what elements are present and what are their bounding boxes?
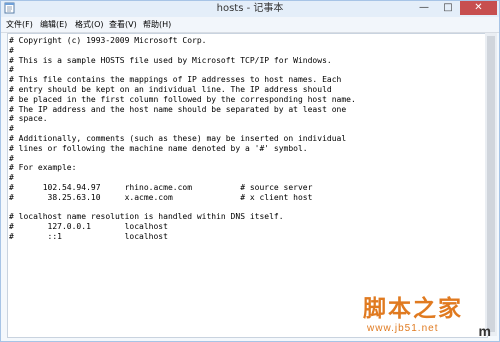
document-line: # This is a sample HOSTS file used by Mi… bbox=[9, 55, 332, 65]
document-line: # bbox=[9, 153, 14, 163]
close-button[interactable]: ✕ bbox=[460, 1, 497, 15]
document-line: # lines or following the machine name de… bbox=[9, 143, 308, 153]
vertical-scrollbar[interactable] bbox=[485, 33, 497, 336]
scrollbar-thumb[interactable] bbox=[487, 36, 495, 332]
menu-help[interactable]: 帮助(H) bbox=[143, 19, 171, 30]
document-line: # 38.25.63.10 x.acme.com # x client host bbox=[9, 192, 313, 202]
maximize-button[interactable]: □ bbox=[436, 1, 460, 15]
menu-format[interactable]: 格式(O) bbox=[75, 19, 104, 30]
document-line: # space. bbox=[9, 114, 48, 124]
menu-edit[interactable]: 编辑(E) bbox=[40, 19, 67, 30]
document-line: # 127.0.0.1 localhost bbox=[9, 222, 168, 232]
document-line: # entry should be kept on an individual … bbox=[9, 84, 332, 94]
document-line: # bbox=[9, 65, 14, 75]
document-line: # localhost name resolution is handled w… bbox=[9, 212, 284, 222]
document-line: # be placed in the first column followed… bbox=[9, 94, 356, 104]
document-text[interactable]: # Copyright (c) 1993-2009 Microsoft Corp… bbox=[8, 34, 487, 242]
menu-view[interactable]: 查看(V) bbox=[109, 19, 137, 30]
menu-file[interactable]: 文件(F) bbox=[6, 19, 33, 30]
document-line: # ::1 localhost bbox=[9, 231, 168, 241]
watermark-title: 脚本之家 bbox=[363, 295, 463, 322]
text-editor[interactable]: # Copyright (c) 1993-2009 Microsoft Corp… bbox=[7, 33, 488, 338]
document-line: # bbox=[9, 45, 14, 55]
title-bar[interactable]: hosts - 记事本 — □ ✕ bbox=[1, 1, 499, 17]
document-line: # bbox=[9, 124, 14, 134]
watermark-url: www.jb51.net bbox=[367, 323, 439, 334]
document-line: # Copyright (c) 1993-2009 Microsoft Corp… bbox=[9, 36, 207, 45]
document-line: # The IP address and the host name shoul… bbox=[9, 104, 347, 114]
document-line: # This file contains the mappings of IP … bbox=[9, 75, 342, 85]
menu-bar: 文件(F) 编辑(E) 格式(O) 查看(V) 帮助(H) bbox=[1, 17, 499, 33]
watermark: 脚本之家 www.jb51.net bbox=[363, 296, 483, 336]
notepad-window: hosts - 记事本 — □ ✕ 文件(F) 编辑(E) 格式(O) 查看(V… bbox=[0, 0, 500, 342]
document-line: # Additionally, comments (such as these)… bbox=[9, 133, 347, 143]
document-line: # For example: bbox=[9, 163, 77, 173]
corner-glyph: m bbox=[478, 323, 491, 339]
minimize-button[interactable]: — bbox=[412, 1, 436, 15]
document-line: # 102.54.94.97 rhino.acme.com # source s… bbox=[9, 182, 313, 192]
document-line: # bbox=[9, 173, 14, 183]
